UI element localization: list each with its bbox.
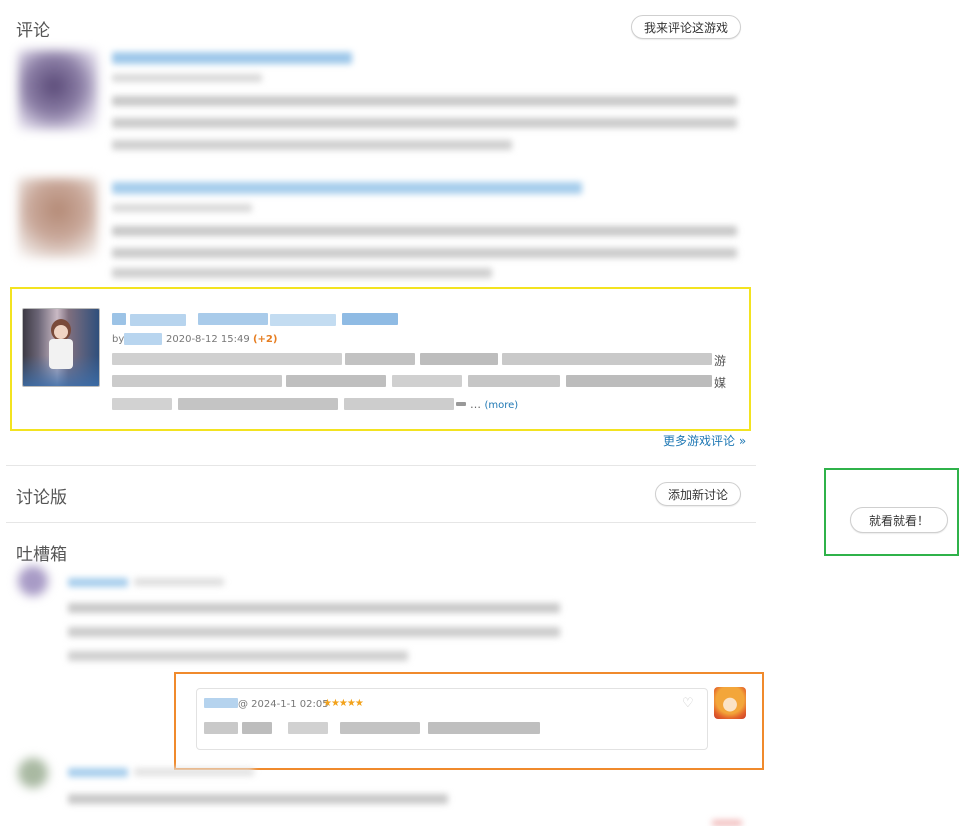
review-text-line xyxy=(112,248,737,258)
rant-rating-stars: ★★★★★ xyxy=(323,698,364,709)
review-ellipsis: … xyxy=(470,398,481,411)
rant-meta xyxy=(712,820,742,826)
section-divider xyxy=(6,522,756,523)
reviewer-name-link[interactable] xyxy=(124,333,162,345)
review-title-link[interactable] xyxy=(112,182,582,194)
discussion-section-title: 讨论版 xyxy=(16,488,67,508)
reviewer-avatar[interactable] xyxy=(22,308,100,387)
section-divider xyxy=(6,465,756,466)
add-discussion-button[interactable]: 添加新讨论 xyxy=(655,482,741,506)
review-meta xyxy=(112,204,252,212)
rant-bubble xyxy=(196,688,708,750)
review-text-line xyxy=(112,140,512,150)
review-score-delta: (+2) xyxy=(252,334,278,345)
rant-date: @ 2024-1-1 02:05 xyxy=(238,699,329,710)
ranter-name[interactable] xyxy=(68,768,128,777)
review-text-line xyxy=(112,96,737,106)
heart-icon[interactable]: ♡ xyxy=(682,696,694,711)
ranter-avatar[interactable] xyxy=(18,566,48,596)
review-more-link[interactable]: (more) xyxy=(485,400,519,411)
review-text-line xyxy=(112,226,737,236)
rants-section-title: 吐槽箱 xyxy=(16,545,67,565)
write-review-button[interactable]: 我来评论这游戏 xyxy=(631,15,741,39)
ranter-name-link[interactable] xyxy=(204,698,238,708)
rant-text-line xyxy=(68,651,408,661)
review-by-label: by xyxy=(112,334,125,345)
review-date: 2020-8-12 15:49 xyxy=(166,334,250,345)
review-text-line xyxy=(112,118,737,128)
ranter-avatar[interactable] xyxy=(18,758,48,788)
review-meta xyxy=(112,74,262,82)
review-text-line xyxy=(112,268,492,278)
rant-user-avatar[interactable] xyxy=(714,687,746,719)
reviews-section-title: 评论 xyxy=(16,21,50,41)
rant-meta xyxy=(134,768,254,776)
rant-meta xyxy=(134,578,224,586)
ranter-name[interactable] xyxy=(68,578,128,587)
reviewer-avatar[interactable] xyxy=(18,50,98,130)
more-reviews-link[interactable]: 更多游戏评论 » xyxy=(663,432,746,449)
review-title-link[interactable] xyxy=(112,52,352,64)
look-look-button[interactable]: 就看就看！ xyxy=(850,507,948,533)
rant-text-line xyxy=(68,794,448,804)
rant-text-line xyxy=(68,603,560,613)
reviewer-avatar[interactable] xyxy=(18,178,98,258)
rant-text-line xyxy=(68,627,560,637)
